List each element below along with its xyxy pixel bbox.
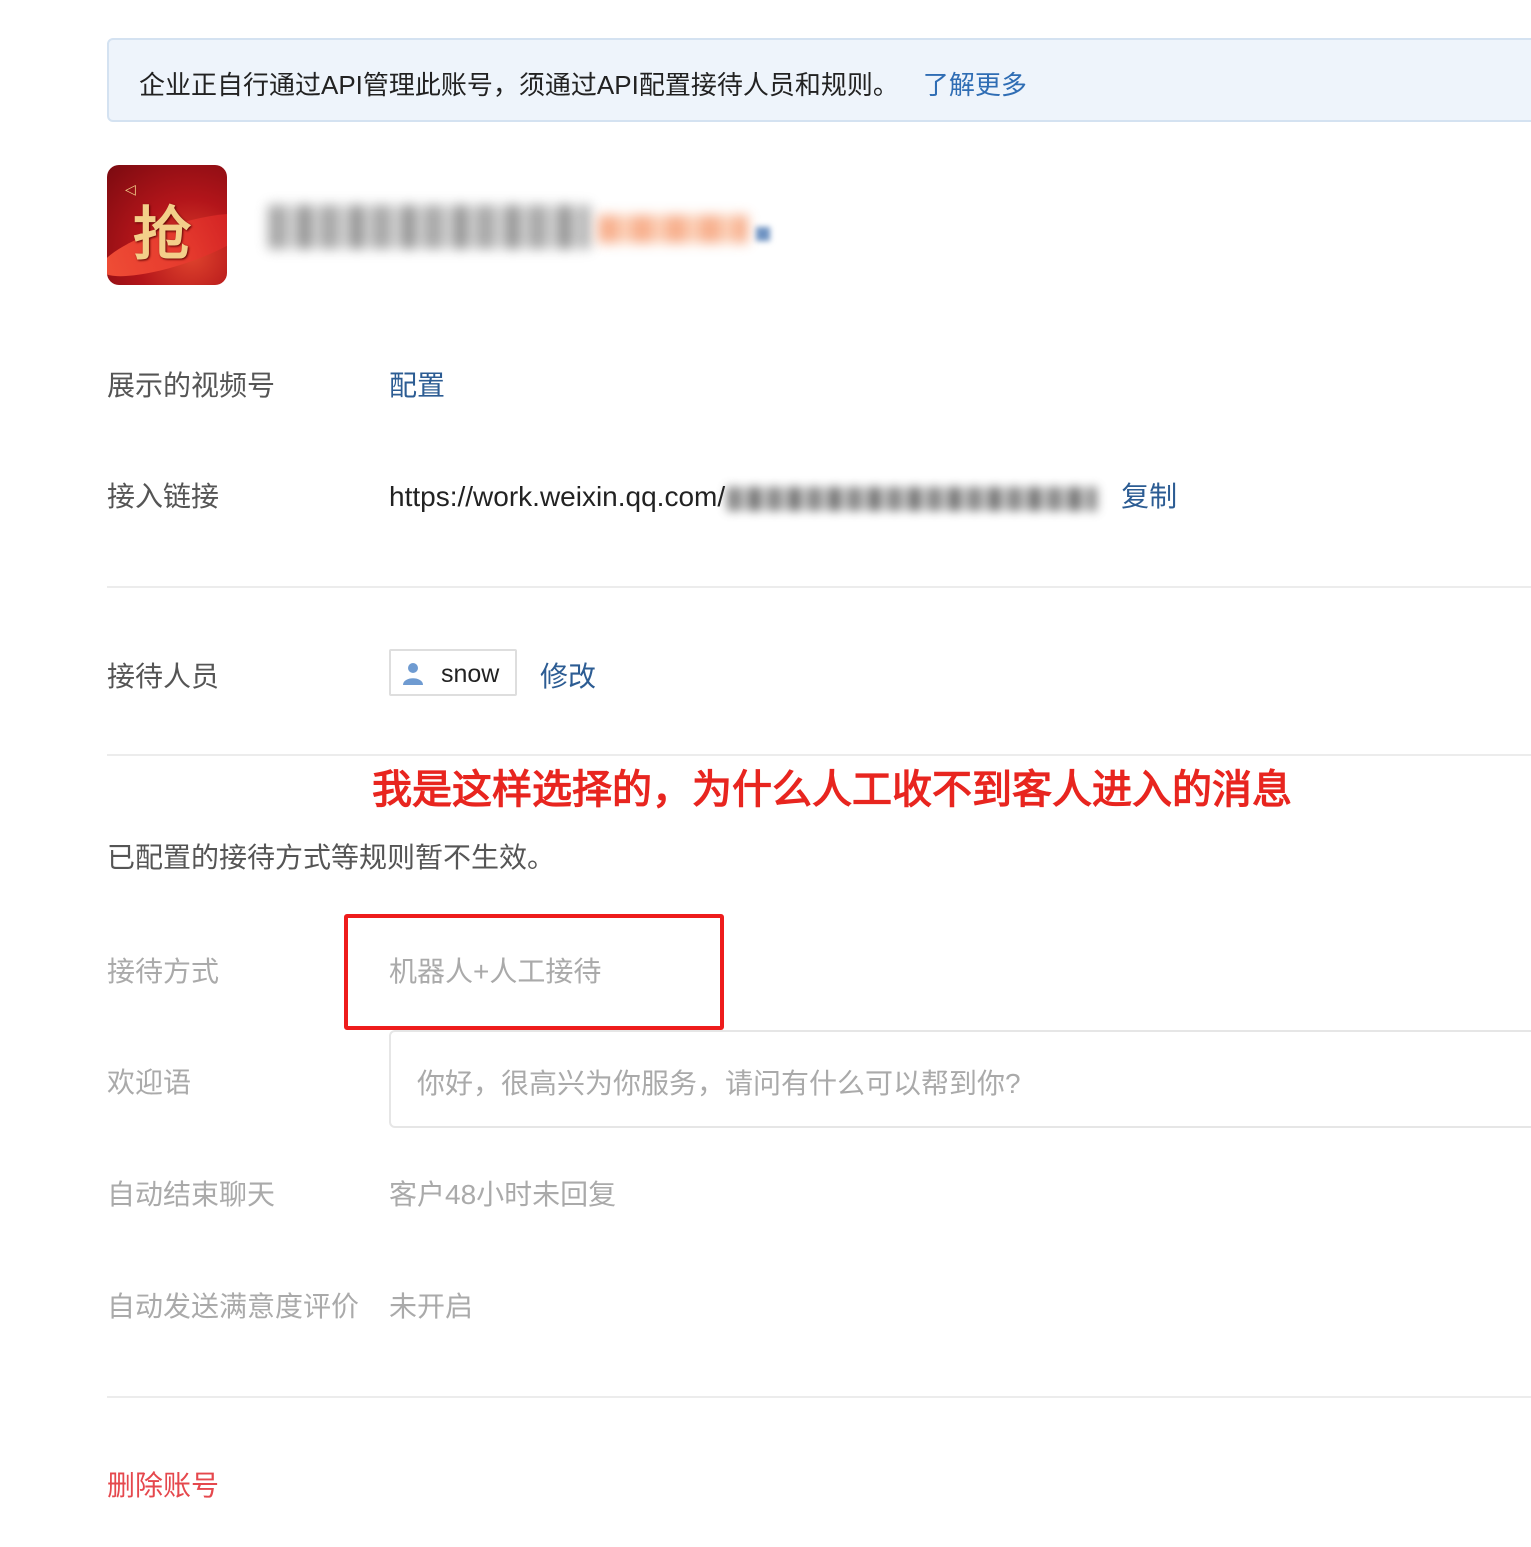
delete-account-link[interactable]: 删除账号 (107, 1464, 219, 1504)
account-avatar: ◁ 抢 (107, 165, 227, 285)
configure-video-account-link[interactable]: 配置 (389, 364, 445, 404)
access-link-url: https://work.weixin.qq.com/ (389, 481, 726, 512)
video-account-label: 展示的视频号 (107, 370, 276, 401)
account-name-redacted (268, 205, 780, 249)
api-notice-message: 企业正自行通过API管理此账号，须通过API配置接待人员和规则。 (139, 70, 899, 100)
access-link-label: 接入链接 (107, 481, 220, 512)
access-link-value: https://work.weixin.qq.com/复制 (389, 475, 1177, 515)
agent-chip: snow (389, 649, 517, 696)
redacted-block (598, 215, 748, 243)
section-divider (107, 586, 1531, 588)
api-notice-banner: 企业正自行通过API管理此账号，须通过API配置接待人员和规则。 了解更多 (107, 38, 1531, 122)
api-notice-text: 企业正自行通过API管理此账号，须通过API配置接待人员和规则。 了解更多 (139, 65, 1027, 102)
welcome-message-text: 你好，很高兴为你服务，请问有什么可以帮到你? (417, 1068, 1021, 1099)
auto-end-chat-label: 自动结束聊天 (107, 1179, 276, 1210)
annotation-highlight-box (344, 914, 724, 1030)
redacted-block (268, 205, 590, 249)
rules-inactive-notice: 已配置的接待方式等规则暂不生效。 (107, 842, 556, 873)
section-divider (107, 1396, 1531, 1398)
auto-end-chat-value: 客户48小时未回复 (389, 1179, 617, 1210)
user-icon (403, 663, 423, 685)
welcome-message-box: 你好，很高兴为你服务，请问有什么可以帮到你? (389, 1030, 1531, 1128)
avatar-glyph: 抢 (133, 200, 192, 268)
user-annotation: 我是这样选择的，为什么人工收不到客人进入的消息 (372, 768, 1292, 812)
satisfaction-survey-value: 未开启 (389, 1291, 474, 1322)
learn-more-link[interactable]: 了解更多 (923, 70, 1027, 100)
redacted-block (756, 227, 770, 241)
section-divider (107, 754, 1531, 756)
edit-agents-link[interactable]: 修改 (540, 655, 596, 695)
agent-name: snow (441, 660, 500, 688)
satisfaction-survey-label: 自动发送满意度评价 (107, 1291, 360, 1322)
reception-mode-label: 接待方式 (107, 956, 220, 987)
copy-link-button[interactable]: 复制 (1121, 481, 1177, 512)
welcome-message-label: 欢迎语 (107, 1067, 192, 1098)
access-link-redacted (727, 486, 1098, 511)
agents-label: 接待人员 (107, 661, 220, 692)
